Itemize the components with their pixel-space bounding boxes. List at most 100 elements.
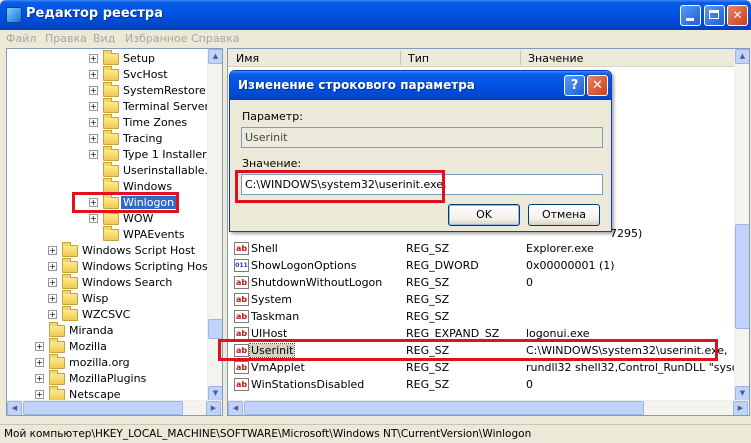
list-row[interactable]: ab WinStationsDisabled REG_SZ 0	[228, 376, 736, 393]
expand-icon[interactable]: +	[89, 134, 98, 143]
tree-item[interactable]: Miranda	[7, 322, 207, 339]
expand-icon[interactable]: +	[89, 214, 98, 223]
value-type: REG_SZ	[406, 310, 450, 323]
expand-icon[interactable]: +	[89, 118, 98, 127]
tree-item[interactable]: + mozilla.org	[7, 354, 207, 371]
expand-icon[interactable]: +	[48, 294, 57, 303]
string-value-icon: ab	[234, 378, 249, 391]
menu-favorites[interactable]: Избранное	[125, 32, 187, 45]
expand-icon[interactable]: +	[89, 86, 98, 95]
tree-item[interactable]: + Tracing	[7, 130, 207, 147]
list-row[interactable]: ab ShutdownWithoutLogon REG_SZ 0	[228, 274, 736, 291]
tree-item-label: Mozilla	[69, 340, 107, 353]
tree-item-label: Windows Search	[82, 276, 173, 289]
value-type: REG_SZ	[406, 242, 450, 255]
expand-icon[interactable]: +	[48, 310, 57, 319]
tree-horizontal-scrollbar[interactable]: ◀ ▶	[7, 400, 222, 415]
tree-item-label: SystemRestore	[123, 84, 206, 97]
expand-icon[interactable]: +	[35, 342, 44, 351]
expand-icon[interactable]: +	[48, 262, 57, 271]
userinit-row-highlight-box	[218, 339, 718, 361]
title-bar: Редактор реестра ✕	[0, 0, 751, 30]
scroll-up-icon[interactable]: ▲	[735, 49, 749, 64]
value-data: rundll32 shell32,Control_RunDLL "sysdm.c…	[526, 361, 750, 374]
cancel-button[interactable]: Отмена	[528, 204, 600, 226]
expand-icon[interactable]: +	[48, 278, 57, 287]
menu-help[interactable]: Справка	[191, 32, 239, 45]
value-label: Значение:	[242, 157, 302, 170]
value-name: ShutdownWithoutLogon	[251, 276, 383, 289]
tree-item[interactable]: + SystemRestore	[7, 82, 207, 99]
column-divider[interactable]	[520, 51, 521, 65]
tree-item[interactable]: + Type 1 Installer	[7, 146, 207, 163]
scroll-down-icon[interactable]: ▼	[735, 386, 749, 401]
list-row[interactable]: ab VmApplet REG_SZ rundll32 shell32,Control…	[228, 359, 749, 376]
minimize-button[interactable]	[680, 5, 701, 26]
tree-item[interactable]: + Windows Script Host	[7, 242, 207, 259]
list-horizontal-scrollbar[interactable]: ◀ ▶	[228, 400, 749, 415]
scroll-down-icon[interactable]: ▼	[208, 386, 222, 401]
menu-edit[interactable]: Правка	[45, 32, 87, 45]
expand-icon[interactable]: +	[89, 54, 98, 63]
tree-hscroll-thumb[interactable]	[23, 401, 183, 415]
expand-icon[interactable]: +	[48, 246, 57, 255]
tree-item[interactable]: + Windows Scripting Host	[7, 258, 212, 275]
scroll-right-icon[interactable]: ▶	[733, 401, 748, 415]
tree-item[interactable]: + Setup	[7, 50, 207, 67]
string-value-icon: ab	[234, 310, 249, 323]
folder-icon	[62, 274, 78, 289]
list-row[interactable]: 011 ShowLogonOptions REG_DWORD 0x00000001 (…	[228, 257, 736, 274]
scroll-right-icon[interactable]: ▶	[206, 401, 221, 415]
maximize-button[interactable]	[704, 5, 725, 26]
tree-item[interactable]: + Mozilla	[7, 338, 207, 355]
tree-item[interactable]: + MozillaPlugins	[7, 370, 207, 387]
folder-icon	[103, 82, 119, 97]
tree-item[interactable]: + WZCSVC	[7, 306, 207, 323]
expand-icon[interactable]: +	[89, 150, 98, 159]
ok-button[interactable]: OK	[448, 204, 520, 226]
expand-icon[interactable]: +	[35, 374, 44, 383]
tree-item[interactable]: + Time Zones	[7, 114, 207, 131]
folder-icon	[62, 242, 78, 257]
tree-item[interactable]: Userinstallable.dr	[7, 162, 220, 179]
tree-item-label: Terminal Server	[123, 100, 210, 113]
tree-item[interactable]: + Terminal Server	[7, 98, 210, 115]
tree-item[interactable]: + WOW	[7, 210, 207, 227]
column-type-header[interactable]: Тип	[408, 52, 429, 65]
value-type: REG_DWORD	[406, 259, 479, 272]
param-label: Параметр:	[242, 110, 303, 123]
expand-icon[interactable]: +	[89, 70, 98, 79]
list-row[interactable]: ab Shell REG_SZ Explorer.exe	[228, 240, 736, 257]
expand-icon[interactable]: +	[35, 390, 44, 399]
menu-view[interactable]: Вид	[93, 32, 115, 45]
binary-value-icon: 011	[234, 259, 249, 272]
scroll-left-icon[interactable]: ◀	[7, 401, 22, 415]
list-scroll-thumb[interactable]	[735, 224, 749, 329]
column-name-header[interactable]: Имя	[236, 52, 259, 65]
column-divider[interactable]	[400, 51, 401, 65]
folder-icon	[103, 226, 119, 241]
tree-item[interactable]: + Windows Search	[7, 274, 207, 291]
scroll-up-icon[interactable]: ▲	[208, 49, 222, 64]
list-row[interactable]: ab Taskman REG_SZ	[228, 308, 736, 325]
menu-file[interactable]: Файл	[6, 32, 36, 45]
tree-item[interactable]: + SvcHost	[7, 66, 207, 83]
list-row[interactable]: ab System REG_SZ	[228, 291, 736, 308]
expand-icon[interactable]: +	[89, 102, 98, 111]
key-tree-pane[interactable]: + Setup + SvcHost + SystemRestore + Terminal Se…	[6, 48, 223, 416]
folder-icon	[62, 258, 78, 273]
tree-item-label: Tracing	[123, 132, 163, 145]
tree-item[interactable]: WPAEvents	[7, 226, 207, 243]
expand-icon[interactable]: +	[35, 358, 44, 367]
tree-item[interactable]: + Wisp	[7, 290, 207, 307]
column-data-header[interactable]: Значение	[528, 52, 583, 65]
dialog-close-button[interactable]: ✕	[587, 75, 608, 96]
tree-scroll-thumb[interactable]	[208, 319, 222, 339]
tree-item-label: MozillaPlugins	[69, 372, 147, 385]
scroll-left-icon[interactable]: ◀	[228, 401, 243, 415]
close-button[interactable]: ✕	[727, 5, 748, 26]
value-name: WinStationsDisabled	[251, 378, 365, 391]
help-button[interactable]: ?	[564, 75, 585, 96]
list-hscroll-thumb[interactable]	[244, 401, 644, 415]
list-vertical-scrollbar[interactable]: ▲ ▼	[734, 49, 749, 401]
